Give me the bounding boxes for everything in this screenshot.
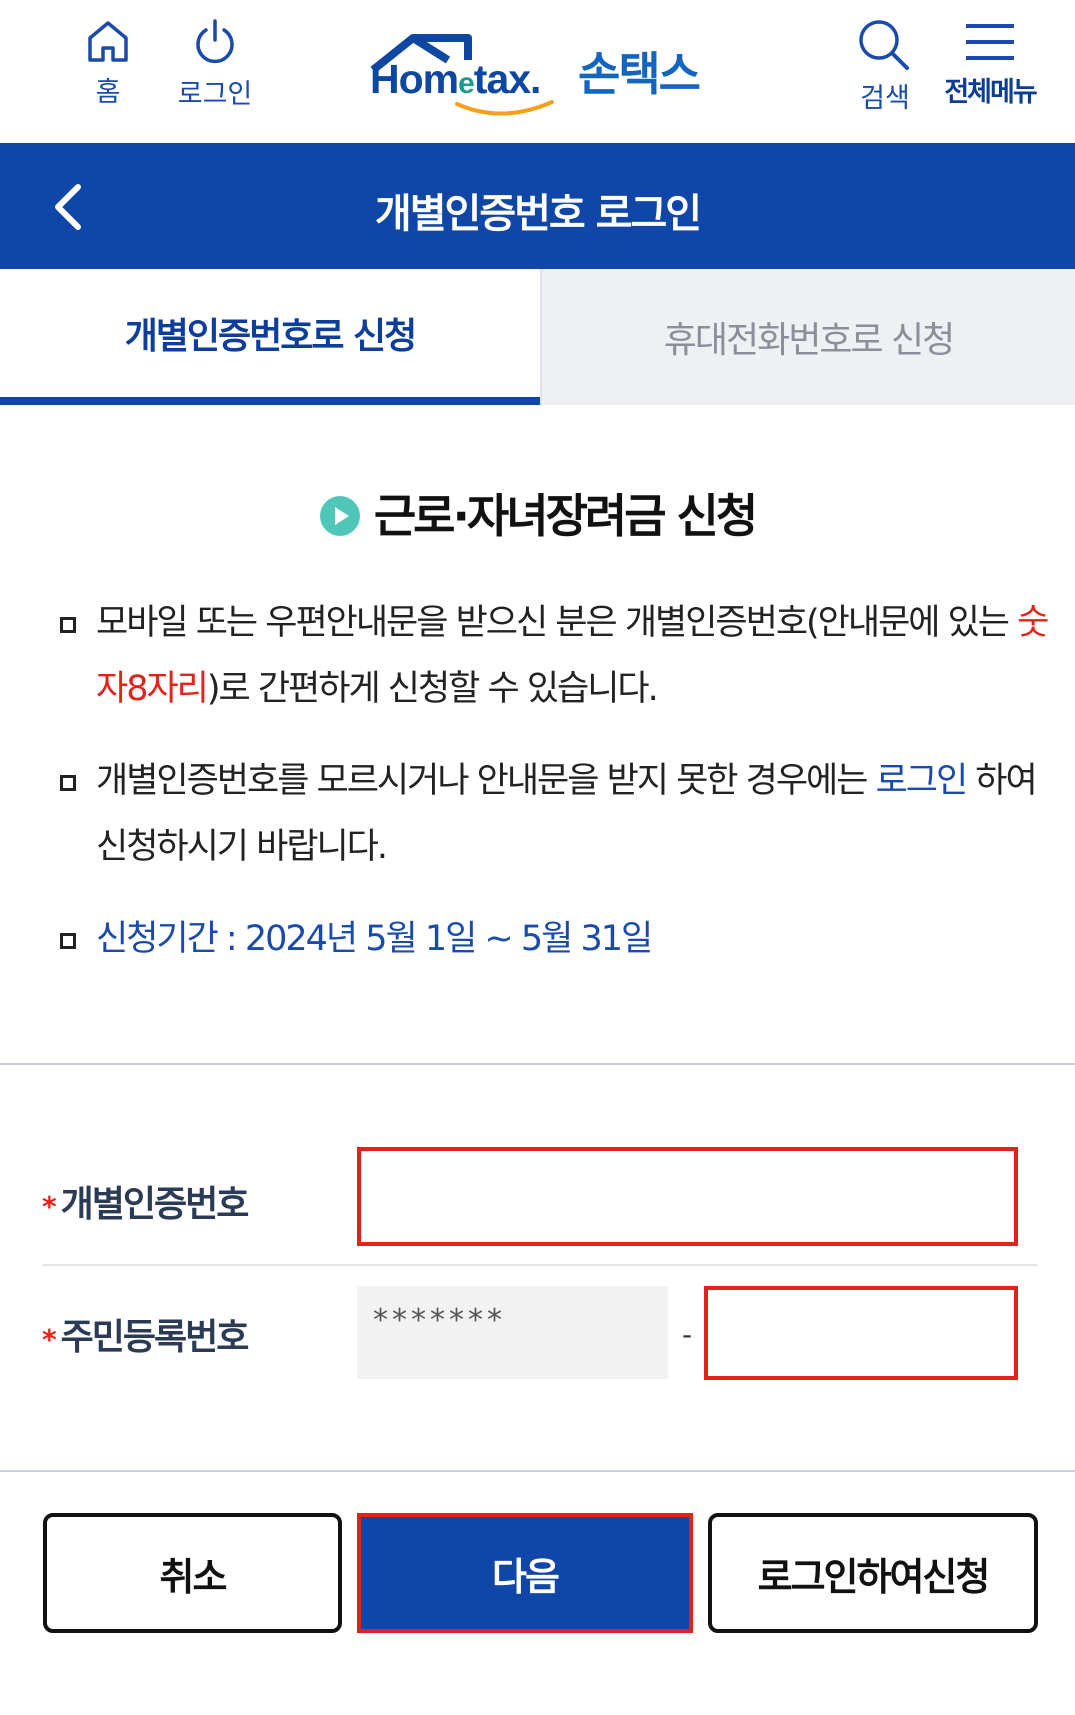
notice-item: 개별인증번호를 모르시거나 안내문을 받지 못한 경우에는 로그인 하여 신청하… <box>60 748 1050 880</box>
section-title: 근로·자녀장려금 신청 <box>0 480 1075 546</box>
auth-number-label: * 개별인증번호 <box>42 1184 249 1225</box>
home-button[interactable]: 홈 <box>78 18 138 109</box>
section-title-text: 근로·자녀장려금 신청 <box>373 489 758 543</box>
top-header: 홈 로그인 Hometax. 손택스 검색 전체메뉴 <box>0 0 1075 143</box>
tab-auth-number[interactable]: 개별인증번호로 신청 <box>0 269 540 405</box>
notice-list: 모바일 또는 우편안내문을 받으신 분은 개별인증번호(안내문에 있는 숫자8자… <box>60 590 1050 998</box>
logo-text: Hometax. <box>370 56 541 102</box>
logo-korean: 손택스 <box>578 47 701 101</box>
page-title: 개별인증번호 로그인 <box>374 191 702 237</box>
rrn-label: * 주민등록번호 <box>42 1317 249 1358</box>
notice-item: 신청기간 : 2024년 5월 1일 ~ 5월 31일 <box>60 906 1050 972</box>
required-mark: * <box>42 1189 57 1223</box>
hamburger-menu-icon <box>966 24 1014 60</box>
divider <box>0 1470 1075 1472</box>
rrn-back-input[interactable] <box>704 1286 1018 1380</box>
page-title-bar: 개별인증번호 로그인 <box>0 143 1075 269</box>
application-period: 신청기간 : 2024년 5월 1일 ~ 5월 31일 <box>96 919 653 959</box>
tab-phone-number[interactable]: 휴대전화번호로 신청 <box>540 269 1075 405</box>
all-menu-label: 전체메뉴 <box>944 77 1037 108</box>
login-apply-button[interactable]: 로그인하여신청 <box>708 1513 1038 1633</box>
home-icon <box>88 21 128 62</box>
divider <box>0 1063 1075 1065</box>
all-menu-button[interactable]: 전체메뉴 <box>930 18 1050 109</box>
hometax-logo[interactable]: Hometax. 손택스 <box>362 26 722 116</box>
auth-number-input[interactable] <box>357 1147 1018 1246</box>
cancel-button[interactable]: 취소 <box>43 1513 342 1633</box>
power-icon <box>196 19 234 64</box>
search-label: 검색 <box>860 83 910 114</box>
login-label: 로그인 <box>177 79 253 110</box>
login-button[interactable]: 로그인 <box>160 18 270 111</box>
play-circle-icon <box>319 495 360 536</box>
form-row-divider <box>42 1264 1038 1266</box>
login-link[interactable]: 로그인 <box>876 761 969 801</box>
required-mark: * <box>42 1322 57 1356</box>
logo-swoosh-icon <box>455 100 554 116</box>
notice-item: 모바일 또는 우편안내문을 받으신 분은 개별인증번호(안내문에 있는 숫자8자… <box>60 590 1050 722</box>
square-bullet-icon <box>60 617 76 633</box>
search-button[interactable]: 검색 <box>845 18 925 115</box>
tab-bar: 개별인증번호로 신청 휴대전화번호로 신청 <box>0 269 1075 405</box>
search-icon <box>859 20 909 70</box>
rrn-dash: - <box>682 1318 693 1351</box>
square-bullet-icon <box>60 933 76 949</box>
next-button[interactable]: 다음 <box>357 1513 693 1633</box>
home-label: 홈 <box>95 77 121 108</box>
square-bullet-icon <box>60 775 76 791</box>
rrn-front-masked: ******* <box>357 1286 668 1379</box>
